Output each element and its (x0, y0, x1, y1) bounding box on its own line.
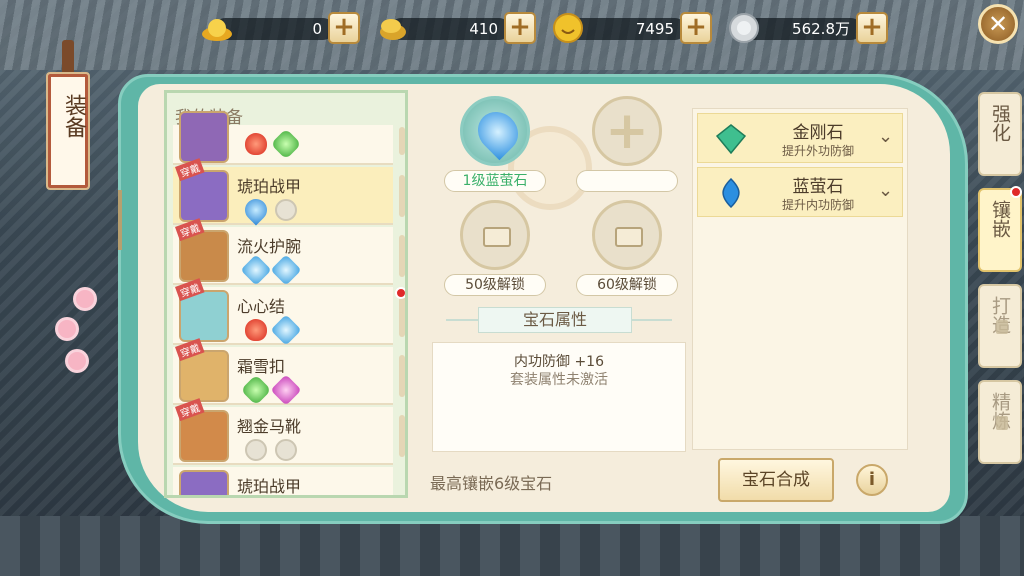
equipment-item[interactable]: 穿戴 心心结 (173, 278, 405, 346)
info-button[interactable]: i (856, 464, 888, 496)
red-gem-icon (245, 133, 267, 155)
coin-icon (552, 12, 586, 44)
lock-icon (615, 227, 643, 247)
blue-gem-icon (716, 177, 746, 209)
green-gem-icon (270, 128, 302, 160)
blue-gem-icon (469, 103, 527, 161)
lock-icon (996, 320, 1008, 334)
scroll-rod (62, 40, 74, 76)
chevron-down-icon[interactable]: ⌄ (878, 180, 893, 201)
add-gold-coin-button[interactable]: + (504, 12, 536, 44)
diamond-gem-icon (715, 124, 747, 155)
lock-icon (996, 416, 1008, 430)
tab-label: 强化 (989, 104, 1011, 142)
gold-coin-icon (376, 12, 410, 44)
scroll-marker (399, 415, 405, 457)
add-silver-button[interactable]: + (856, 12, 888, 44)
gold-ingot-icon (200, 12, 234, 44)
green-gem-icon (240, 374, 272, 406)
add-coin-button[interactable]: + (680, 12, 712, 44)
currency-coin: 7495 + (552, 10, 712, 46)
equipment-name: 流火护腕 (237, 237, 302, 256)
silver-coin-icon (728, 12, 762, 44)
equipment-item[interactable]: 穿戴 翘金马靴 (173, 398, 405, 465)
currency-silver: 562.8万 + (728, 10, 888, 46)
scroll-marker (399, 235, 405, 277)
gem-synthesis-button[interactable]: 宝石合成 (718, 458, 834, 502)
lock-icon (483, 227, 511, 247)
locked-slot-4-label: 60级解锁 (576, 274, 678, 296)
weapon-icon (179, 111, 229, 163)
scroll-marker (399, 127, 405, 155)
pink-gem-icon (270, 374, 302, 406)
close-button[interactable]: ✕ (978, 4, 1018, 44)
equipment-item[interactable]: 琥珀战甲 (173, 467, 393, 496)
tab-label: 镶嵌 (989, 200, 1011, 238)
gem-slot-2[interactable]: + (592, 96, 662, 166)
roof-tiles-bottom (0, 516, 1024, 576)
equipment-name: 心心结 (237, 297, 286, 316)
gem-name: 金刚石 (792, 123, 844, 143)
tab-strengthen[interactable]: 强化 (978, 92, 1022, 176)
equipment-item[interactable] (173, 111, 405, 165)
equipment-item-selected[interactable]: 穿戴 琥珀战甲 (173, 158, 405, 226)
equipment-list[interactable]: 我的装备 穿戴 琥珀战甲 穿戴 流火护腕 穿戴 心心结 (164, 90, 408, 498)
page-title: 装备 (61, 94, 86, 138)
equipment-name: 琥珀战甲 (237, 477, 302, 496)
tab-forge[interactable]: 打造 (978, 284, 1022, 368)
gem-type-list: 金刚石 提升外功防御 ⌄ 蓝萤石 提升内功防御 ⌄ (692, 108, 908, 450)
equipment-name: 琥珀战甲 (237, 177, 302, 196)
chevron-down-icon[interactable]: ⌄ (878, 126, 893, 147)
armor-icon (179, 470, 229, 495)
gem-entry-diamond[interactable]: 金刚石 提升外功防御 ⌄ (697, 113, 903, 163)
equipment-item[interactable]: 穿戴 霜雪扣 (173, 338, 405, 406)
scroll-marker (399, 355, 405, 397)
empty-gem-slot-icon (245, 439, 267, 461)
tassel-decoration (118, 190, 122, 250)
empty-gem-slot-icon (275, 439, 297, 461)
equipment-item[interactable]: 穿戴 流火护腕 (173, 218, 405, 286)
gem-attributes-box: 内功防御 +16 套装属性未激活 (432, 342, 686, 452)
scroll-marker (399, 295, 405, 337)
blue-diamond-gem-icon (240, 254, 272, 286)
scroll-marker (399, 175, 405, 217)
gem-entry-blue-fluorite[interactable]: 蓝萤石 提升内功防御 ⌄ (697, 167, 903, 217)
gem-slot-1-label: 1级蓝萤石 (444, 170, 546, 192)
currency-gold-ingot: 0 + (200, 10, 360, 46)
attribute-line: 内功防御 +16 (514, 354, 604, 370)
blossom-decoration (76, 290, 94, 308)
locked-gem-slot-4[interactable] (592, 200, 662, 270)
red-gem-icon (245, 319, 267, 341)
notification-dot (395, 287, 405, 299)
blossom-decoration (68, 352, 86, 370)
locked-gem-slot-3[interactable] (460, 200, 530, 270)
empty-gem-slot-icon (275, 199, 297, 221)
panel-title-scroll: 装备 (46, 72, 90, 190)
gem-slot-1[interactable] (460, 96, 530, 166)
gem-attributes-title: 宝石属性 (478, 307, 632, 333)
divider (632, 319, 672, 321)
max-inlay-hint: 最高镶嵌6级宝石 (430, 474, 553, 493)
equipment-name: 翘金马靴 (237, 417, 302, 436)
equipment-name: 霜雪扣 (237, 357, 286, 376)
add-gold-ingot-button[interactable]: + (328, 12, 360, 44)
gem-name: 蓝萤石 (792, 177, 844, 197)
gem-slot-2-label (576, 170, 678, 192)
add-gem-icon: + (605, 101, 649, 161)
tab-inlay[interactable]: 镶嵌 (978, 186, 1022, 272)
tab-refine[interactable]: 精炼 (978, 380, 1022, 464)
gem-description: 提升内功防御 (781, 198, 854, 212)
blue-gem-icon (240, 194, 272, 226)
set-attribute-status: 套装属性未激活 (510, 372, 608, 388)
locked-slot-3-label: 50级解锁 (444, 274, 546, 296)
divider (446, 319, 478, 321)
currency-gold-coin: 410 + (376, 10, 536, 46)
blue-diamond-gem-icon (270, 314, 302, 346)
blue-diamond-gem-icon (270, 254, 302, 286)
blossom-decoration (58, 320, 76, 338)
notification-dot (1010, 186, 1022, 198)
gem-description: 提升外功防御 (781, 144, 854, 158)
